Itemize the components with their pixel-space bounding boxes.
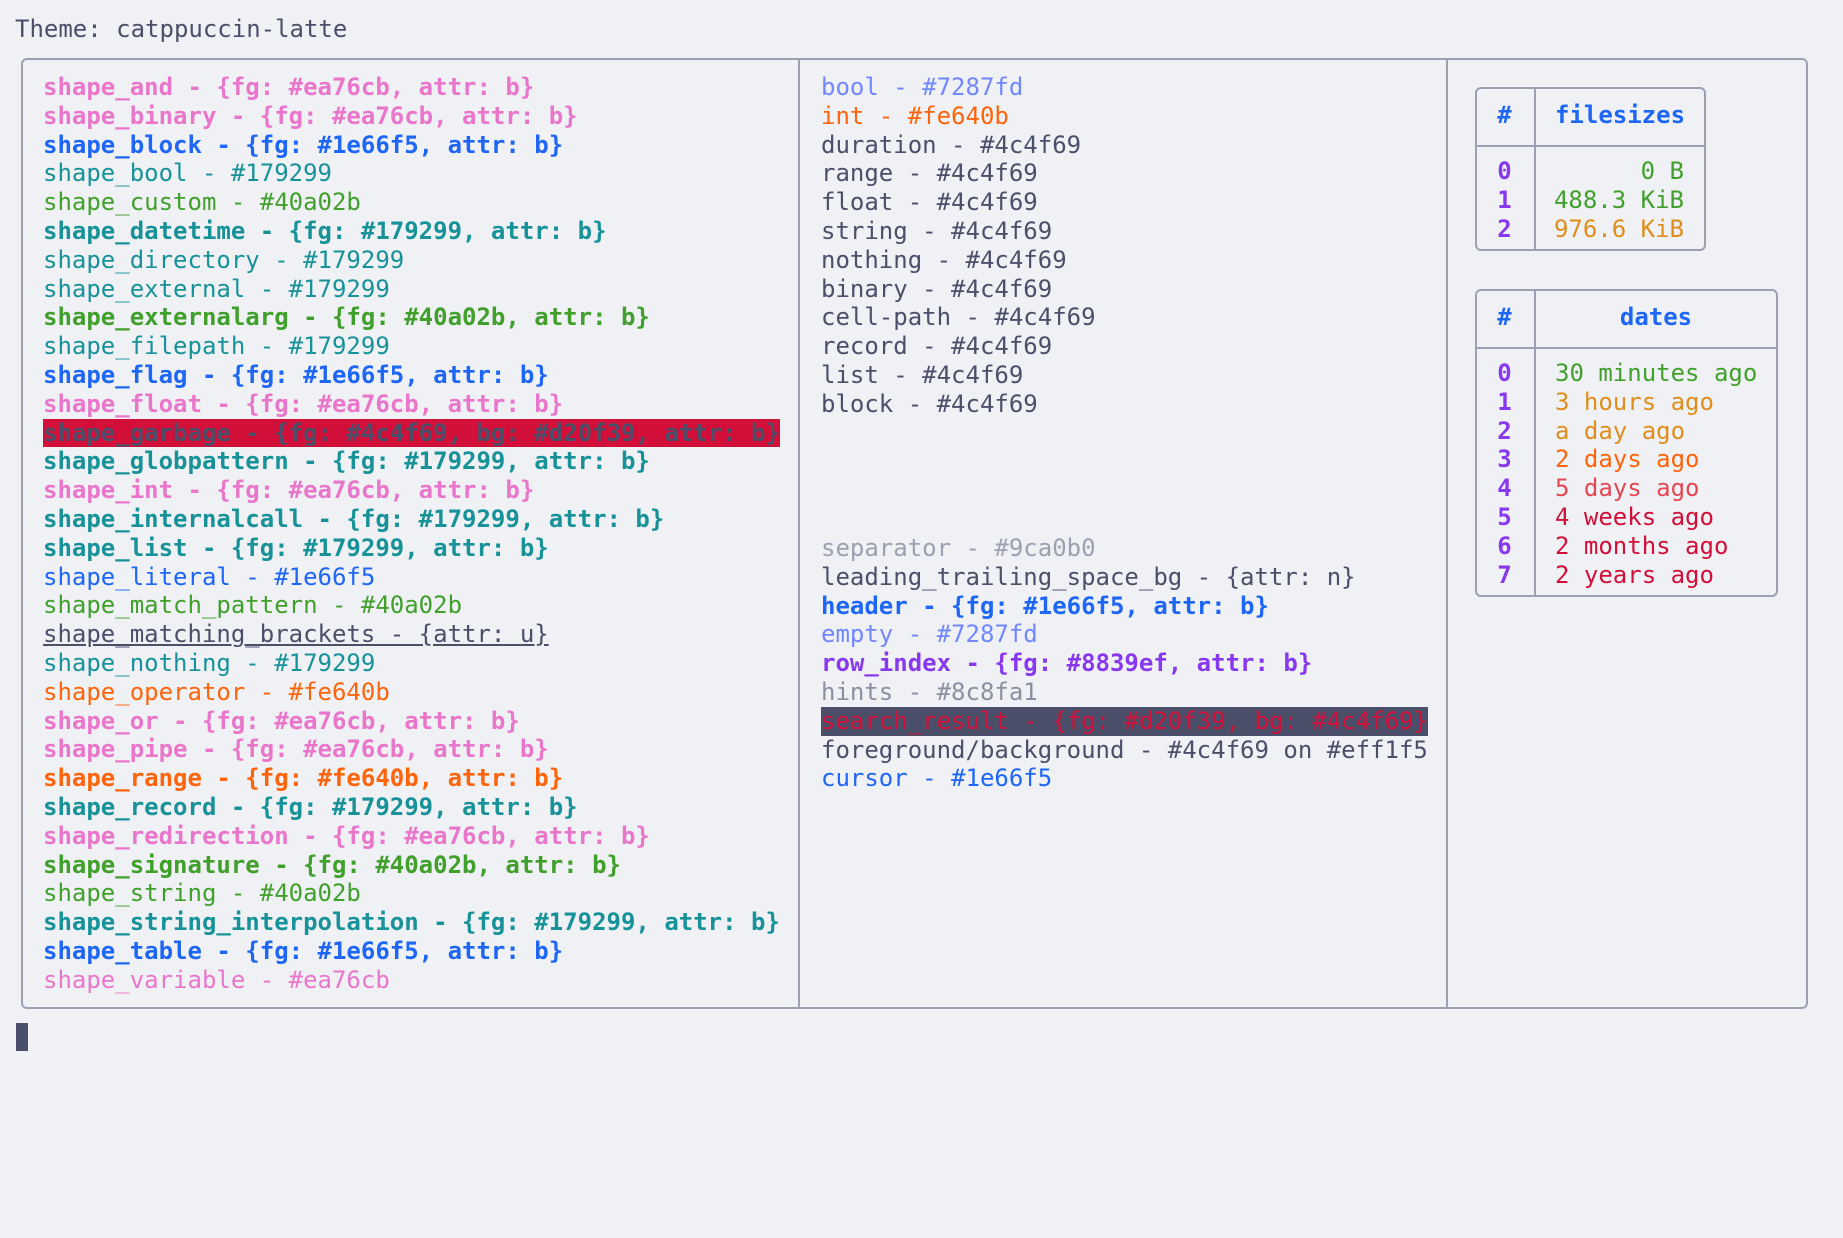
type-style-line: string - #4c4f69 [821, 217, 1053, 245]
dates-cell: 4 weeks ago [1555, 503, 1714, 531]
column-divider [798, 58, 800, 1009]
type-style-line: record - #4c4f69 [821, 332, 1053, 361]
shape-style-line: shape_garbage - {fg: #4c4f69, bg: #d20f3… [43, 418, 780, 448]
type-style-line: list - #4c4f69 [821, 361, 1024, 389]
dates-cell: a day ago [1555, 416, 1686, 445]
misc-style-line: foreground/background - #4c4f69 on #eff1… [821, 735, 1428, 764]
dates-cell: 30 minutes ago [1555, 359, 1758, 387]
index-column-header: # [1497, 303, 1512, 331]
shape-style-line: shape_pipe - {fg: #ea76cb, attr: b} [43, 735, 549, 764]
theme-label: Theme: catppuccin-latte [15, 15, 348, 43]
shape-style-line: shape_flag - {fg: #1e66f5, attr: b} [43, 361, 549, 389]
shape-style-line: shape_operator - #fe640b [43, 677, 390, 706]
table-header-divider [1475, 347, 1778, 349]
dates-cell: 2 days ago [1555, 445, 1700, 474]
table-header-divider [1475, 145, 1706, 147]
filesizes-cell: 0 B [1640, 157, 1684, 185]
row-index: 2 [1497, 214, 1512, 243]
index-column-header: # [1497, 101, 1512, 129]
row-index: 7 [1497, 560, 1512, 589]
shape-style-line: shape_internalcall - {fg: #179299, attr:… [43, 505, 665, 533]
shape-style-line: shape_record - {fg: #179299, attr: b} [43, 793, 578, 821]
misc-style-line: header - {fg: #1e66f5, attr: b} [821, 591, 1269, 620]
row-index: 1 [1497, 387, 1512, 416]
terminal-window: Theme: catppuccin-latte shape_and - {fg:… [0, 0, 1843, 1238]
shape-style-line: shape_float - {fg: #ea76cb, attr: b} [43, 389, 564, 418]
row-index: 0 [1497, 359, 1512, 387]
misc-style-line: empty - #7287fd [821, 620, 1038, 649]
shape-style-line: shape_and - {fg: #ea76cb, attr: b} [43, 73, 535, 101]
type-style-line: range - #4c4f69 [821, 159, 1038, 188]
shape-style-line: shape_custom - #40a02b [43, 188, 361, 217]
row-index: 0 [1497, 157, 1512, 185]
misc-style-line: search_result - {fg: #d20f39, bg: #4c4f6… [821, 706, 1428, 736]
shape-style-line: shape_filepath - #179299 [43, 332, 390, 361]
shape-style-line: shape_string_interpolation - {fg: #17929… [43, 908, 780, 937]
terminal-cursor [16, 1023, 28, 1051]
row-index: 4 [1497, 474, 1512, 503]
shape-style-line: shape_datetime - {fg: #179299, attr: b} [43, 217, 607, 245]
shape-style-line: shape_redirection - {fg: #ea76cb, attr: … [43, 821, 650, 850]
shape-style-line: shape_external - #179299 [43, 274, 390, 303]
row-index: 2 [1497, 416, 1512, 445]
row-index: 3 [1497, 445, 1512, 474]
shape-style-line: shape_list - {fg: #179299, attr: b} [43, 533, 549, 562]
dates-cell: 2 months ago [1555, 531, 1729, 560]
misc-style-line: row_index - {fg: #8839ef, attr: b} [821, 649, 1313, 678]
type-style-line: block - #4c4f69 [821, 389, 1038, 418]
shape-style-line: shape_table - {fg: #1e66f5, attr: b} [43, 937, 564, 965]
type-style-line: nothing - #4c4f69 [821, 245, 1067, 274]
dates-cell: 5 days ago [1555, 474, 1700, 503]
dates-cell: 2 years ago [1555, 560, 1714, 589]
shape-style-line: shape_block - {fg: #1e66f5, attr: b} [43, 130, 564, 159]
shape-style-line: shape_directory - #179299 [43, 245, 405, 274]
row-index: 6 [1497, 531, 1512, 560]
row-index: 1 [1497, 185, 1512, 214]
shape-style-line: shape_signature - {fg: #40a02b, attr: b} [43, 850, 621, 879]
misc-style-line: separator - #9ca0b0 [821, 534, 1096, 562]
filesizes-cell: 488.3 KiB [1553, 185, 1684, 214]
shape-style-line: shape_match_pattern - #40a02b [43, 591, 463, 620]
dates-cell: 3 hours ago [1555, 387, 1714, 416]
misc-style-line: leading_trailing_space_bg - {attr: n} [821, 562, 1356, 591]
shape-style-line: shape_or - {fg: #ea76cb, attr: b} [43, 706, 520, 735]
type-style-line: cell-path - #4c4f69 [821, 303, 1096, 332]
shape-style-line: shape_variable - #ea76cb [43, 965, 390, 994]
dates-column-header: dates [1619, 303, 1693, 331]
column-divider [1446, 58, 1448, 1009]
shape-style-line: shape_string - #40a02b [43, 879, 361, 908]
shape-style-line: shape_binary - {fg: #ea76cb, attr: b} [43, 101, 578, 130]
shape-style-line: shape_int - {fg: #ea76cb, attr: b} [43, 476, 535, 505]
type-style-line: bool - #7287fd [821, 73, 1024, 101]
type-style-line: float - #4c4f69 [821, 188, 1038, 217]
type-style-line: int - #fe640b [821, 101, 1009, 130]
shape-style-line: shape_externalarg - {fg: #40a02b, attr: … [43, 303, 650, 332]
shape-style-line: shape_bool - #179299 [43, 159, 332, 188]
type-style-line: duration - #4c4f69 [821, 130, 1082, 159]
type-style-line: binary - #4c4f69 [821, 274, 1053, 303]
filesizes-column-header: filesizes [1554, 101, 1686, 129]
row-index: 5 [1497, 503, 1512, 531]
shape-style-line: shape_range - {fg: #fe640b, attr: b} [43, 764, 564, 793]
shape-style-line: shape_literal - #1e66f5 [43, 562, 376, 591]
misc-style-line: cursor - #1e66f5 [821, 764, 1053, 793]
table-column-divider [1534, 289, 1536, 598]
shape-style-line: shape_matching_brackets - {attr: u} [43, 620, 549, 649]
misc-style-line: hints - #8c8fa1 [821, 678, 1038, 706]
shape-style-line: shape_globpattern - {fg: #179299, attr: … [43, 447, 650, 476]
filesizes-cell: 976.6 KiB [1553, 214, 1684, 243]
shape-style-line: shape_nothing - #179299 [43, 649, 376, 677]
